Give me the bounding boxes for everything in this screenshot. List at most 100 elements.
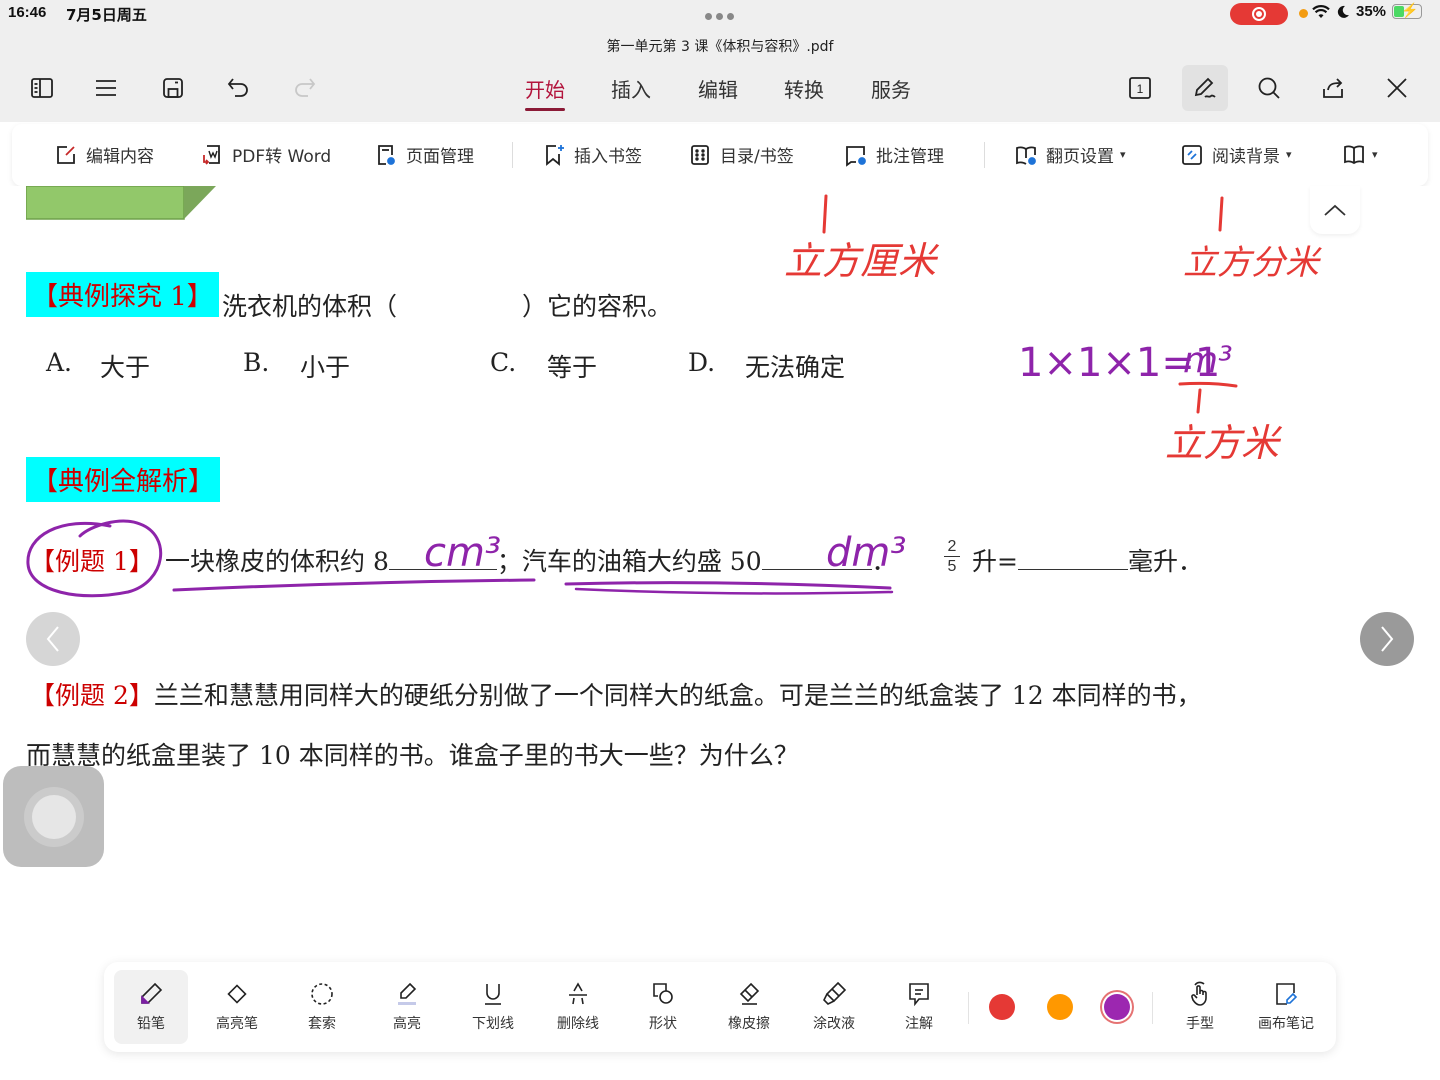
collapse-toolbar-button[interactable] xyxy=(1310,186,1360,234)
page-manage-button[interactable]: 页面管理 xyxy=(374,142,474,167)
screen-recording-indicator[interactable] xyxy=(1230,3,1288,25)
tool-strikethrough[interactable]: 删除线 xyxy=(541,970,615,1044)
tool-note-label: 注解 xyxy=(905,1016,933,1032)
tool-hand[interactable]: 手型 xyxy=(1163,970,1237,1044)
toc-label: 目录/书签 xyxy=(720,147,794,167)
annotation-manage-button[interactable]: 批注管理 xyxy=(844,142,944,167)
example1-text: 一块橡皮的体积约 8 ；汽车的油箱大约盛 50 ． xyxy=(165,542,897,578)
ink-underline-m3 xyxy=(1178,381,1238,388)
tab-start[interactable]: 开始 xyxy=(525,74,565,111)
option-b-letter: B. xyxy=(243,348,270,377)
pdf-to-word-button[interactable]: PDF转 Word xyxy=(200,142,331,167)
green-banner-shape xyxy=(26,186,216,220)
toolbar-divider xyxy=(968,992,969,1024)
close-icon[interactable] xyxy=(1379,70,1415,106)
document-title: 第一单元第 3 课《体积与容积》.pdf xyxy=(606,39,834,55)
highlight-icon xyxy=(398,982,417,1005)
toolbar-divider xyxy=(1152,992,1153,1024)
annotation-toolbar: 铅笔 高亮笔 套索 高亮 下划线 删除线 形状 橡皮擦 涂改液 注解 手型 画布… xyxy=(104,962,1336,1052)
tool-shape[interactable]: 形状 xyxy=(626,970,700,1044)
ink-underline-1 xyxy=(172,578,536,592)
toc-button[interactable]: 目录/书签 xyxy=(688,142,794,167)
tool-lasso-label: 套索 xyxy=(308,1016,336,1032)
tool-highlighter-pen[interactable]: 高亮笔 xyxy=(200,970,274,1044)
example1-part3: ． xyxy=(871,547,897,576)
svg-text:1: 1 xyxy=(1137,82,1144,96)
edit-content-button[interactable]: 编辑内容 xyxy=(54,142,154,167)
example1-part2: ；汽车的油箱大约盛 50 xyxy=(496,547,762,576)
chevron-left-icon xyxy=(46,626,59,652)
tool-eraser-label: 橡皮擦 xyxy=(728,1016,770,1032)
tool-canvas-note[interactable]: 画布笔记 xyxy=(1249,970,1323,1044)
chevron-down-icon: ▾ xyxy=(1120,148,1126,161)
tool-highlight[interactable]: 高亮 xyxy=(370,970,444,1044)
ink-underline-2b xyxy=(574,587,894,595)
chevron-up-icon xyxy=(1324,204,1346,216)
tab-insert[interactable]: 插入 xyxy=(611,74,651,103)
answer-blank-3[interactable] xyxy=(1017,548,1128,570)
page-manage-icon xyxy=(378,144,395,165)
correction-fluid-icon xyxy=(823,981,847,1005)
reading-bg-label: 阅读背景 xyxy=(1212,147,1280,167)
pdf-page[interactable]: 【典例探究 1】 洗衣机的体积（ ）它的容积。 A. 大于 B. 小于 C. 等… xyxy=(0,186,1440,1080)
page-manage-label: 页面管理 xyxy=(406,147,474,167)
page-turn-label: 翻页设置 xyxy=(1046,147,1114,167)
example1-conversion: 升= 毫升． xyxy=(972,542,1203,578)
tool-underline[interactable]: 下划线 xyxy=(456,970,530,1044)
example2-line2: 而慧慧的纸盒里装了 10 本同样的书。谁盒子里的书大一些？为什么？ xyxy=(26,741,799,770)
tool-correction-fluid-label: 涂改液 xyxy=(813,1016,855,1032)
app-chrome: 16:46 7月5日周五 35% ⚡ 第一单元第 3 课《体积与容积》.pdf … xyxy=(0,0,1440,122)
answer-blank-1[interactable] xyxy=(388,548,497,570)
eraser-icon xyxy=(739,982,760,1005)
insert-bookmark-icon xyxy=(546,144,564,166)
tool-hand-label: 手型 xyxy=(1186,1016,1214,1032)
share-icon[interactable] xyxy=(1315,70,1351,106)
search-icon[interactable] xyxy=(1251,70,1287,106)
tool-lasso[interactable]: 套索 xyxy=(285,970,359,1044)
ink-note-m: 立方米 xyxy=(1165,421,1283,465)
previous-page-button[interactable] xyxy=(26,612,80,666)
multitasking-dots-icon[interactable] xyxy=(705,13,734,20)
option-b-text: 小于 xyxy=(300,353,351,382)
fraction-two-fifths: 2 5 xyxy=(944,538,960,575)
assistive-touch-button[interactable] xyxy=(3,766,104,867)
tool-correction-fluid[interactable]: 涂改液 xyxy=(797,970,871,1044)
analysis-tag: 【典例全解析】 xyxy=(26,457,221,502)
tab-edit[interactable]: 编辑 xyxy=(698,74,738,103)
page-number-button[interactable]: 1 xyxy=(1122,70,1158,106)
ink-tick-cm xyxy=(822,194,828,234)
color-orange-swatch[interactable] xyxy=(1047,994,1073,1020)
ribbon-divider xyxy=(984,142,985,168)
highlighter-pen-icon xyxy=(227,984,247,1004)
tool-eraser[interactable]: 橡皮擦 xyxy=(712,970,786,1044)
example1-part1: 一块橡皮的体积约 8 xyxy=(165,547,389,576)
color-red-swatch[interactable] xyxy=(989,994,1015,1020)
tool-pencil[interactable]: 铅笔 xyxy=(114,970,188,1044)
annotation-manage-label: 批注管理 xyxy=(876,147,944,167)
insert-bookmark-label: 插入书签 xyxy=(574,147,642,167)
edit-content-icon xyxy=(57,145,75,164)
ink-tick-m xyxy=(1196,388,1202,414)
insert-bookmark-button[interactable]: 插入书签 xyxy=(542,142,642,167)
page-turn-settings-button[interactable]: 翻页设置 ▾ xyxy=(1014,142,1126,167)
tool-note[interactable]: 注解 xyxy=(882,970,956,1044)
next-page-button[interactable] xyxy=(1360,612,1414,666)
view-mode-button[interactable]: ▾ xyxy=(1342,142,1378,166)
tab-service[interactable]: 服务 xyxy=(871,74,911,103)
tool-canvas-note-label: 画布笔记 xyxy=(1258,1016,1314,1032)
reading-background-button[interactable]: 阅读背景 ▾ xyxy=(1180,142,1292,167)
pdf-to-word-icon xyxy=(203,144,220,165)
example-explore-question: 洗衣机的体积（ ）它的容积。 xyxy=(222,292,673,321)
page-number-icon: 1 xyxy=(1129,77,1151,99)
pencil-icon xyxy=(141,982,163,1004)
ink-formula: 1×1×1=1 xyxy=(1018,340,1220,386)
option-a-letter: A. xyxy=(46,348,73,377)
canvas-note-icon xyxy=(1276,983,1298,1005)
color-purple-swatch-selected[interactable] xyxy=(1104,994,1130,1020)
tab-convert[interactable]: 转换 xyxy=(784,74,824,103)
example2-line1: 【例题 2】兰兰和慧慧用同样大的硬纸分别做了一个同样大的纸盒。可是兰兰的纸盒装了… xyxy=(30,676,1202,712)
edit-content-label: 编辑内容 xyxy=(86,147,154,167)
tool-pencil-label: 铅笔 xyxy=(137,1016,165,1032)
pen-edit-icon[interactable] xyxy=(1182,65,1228,111)
answer-blank-2[interactable] xyxy=(761,548,872,570)
